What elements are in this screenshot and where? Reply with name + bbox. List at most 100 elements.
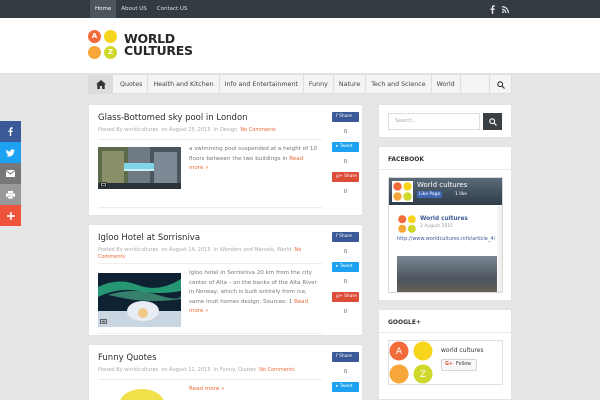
logo-icon: [392, 181, 413, 202]
twitter-share-button[interactable]: ▸ Tweet: [332, 142, 359, 152]
facebook-like-button[interactable]: Like Page: [417, 191, 443, 198]
post-author[interactable]: worldcultures: [124, 367, 158, 373]
google-plus-widget: GOOGLE+ A Z world cultures G+ Follow: [378, 309, 512, 400]
nav-item-tech-science[interactable]: Tech and Science: [366, 75, 432, 94]
read-more-link[interactable]: Read more »: [189, 386, 225, 392]
share-count: 0: [343, 249, 348, 255]
sidebar-search-button[interactable]: [483, 113, 502, 130]
post-share-column: f Share 0 ▸ Tweet 0 g+ Share 0: [332, 112, 359, 202]
post-meta: Posted By worldcultures on August 25, 20…: [98, 127, 276, 133]
top-social: [490, 0, 509, 18]
post-date: August 11, 2015: [169, 367, 211, 373]
post-comments[interactable]: No Comments: [240, 127, 276, 133]
nav-item-nature[interactable]: Nature: [334, 75, 367, 94]
facebook-scrollbar[interactable]: [498, 206, 502, 292]
avatar: A Z: [389, 341, 433, 384]
sidebar-search-input[interactable]: Search...: [388, 113, 480, 130]
twitter-share-button[interactable]: ▸ Tweet: [332, 262, 359, 272]
facebook-share-button[interactable]: f Share: [332, 112, 359, 122]
post-card: Funny Quotes Posted By worldcultures on …: [88, 344, 363, 400]
post-title[interactable]: Igloo Hotel at Sorrisniva: [98, 233, 200, 243]
facebook-icon[interactable]: [490, 4, 495, 14]
google-share-button[interactable]: g+ Share: [332, 172, 359, 182]
top-nav-about[interactable]: About US: [116, 0, 152, 18]
top-nav: Home About US Contact US: [90, 0, 192, 18]
share-count: 0: [343, 189, 348, 195]
post-title[interactable]: Funny Quotes: [98, 353, 157, 363]
sidebar-search-widget: Search...: [378, 104, 512, 138]
plus-icon: [6, 211, 15, 220]
nav-item-quotes[interactable]: Quotes: [115, 75, 149, 94]
facebook-post-image[interactable]: [397, 256, 497, 292]
facebook-post-author[interactable]: World cultures: [420, 216, 468, 222]
logo-icon[interactable]: A Z: [88, 30, 118, 60]
post-share-column: f Share 0 ▸ Tweet: [332, 352, 359, 392]
top-nav-contact[interactable]: Contact US: [152, 0, 193, 18]
twitter-share-button[interactable]: ▸ Tweet: [332, 382, 359, 392]
post-date: August 25, 2015: [169, 127, 211, 133]
divider: [98, 333, 322, 334]
float-share-email[interactable]: [0, 163, 21, 184]
share-count: 0: [343, 159, 348, 165]
nav-search-button[interactable]: [489, 75, 511, 94]
facebook-page-plugin: World cultures Like Page 1 like World cu…: [388, 177, 503, 293]
facebook-page-name[interactable]: World cultures: [417, 181, 467, 189]
post-excerpt: a swimming pool suspended at a height of…: [189, 146, 318, 172]
post-author[interactable]: worldcultures: [124, 247, 158, 253]
post-excerpt: Igloo hotel in Sorrisniva 20 km from the…: [189, 270, 317, 315]
float-share-print[interactable]: [0, 184, 21, 205]
post-thumbnail[interactable]: [98, 147, 181, 189]
float-share-twitter[interactable]: [0, 142, 21, 163]
facebook-post-link[interactable]: http://www.worldcultures.info/article_4/: [397, 236, 497, 243]
top-nav-home[interactable]: Home: [90, 0, 117, 18]
facebook-like-count: 1 like: [455, 192, 468, 197]
divider: [379, 169, 511, 170]
main-nav: Quotes Health and Kitchen Info and Enter…: [88, 73, 512, 94]
avatar: [398, 215, 416, 233]
nav-item-health-kitchen[interactable]: Health and Kitchen: [148, 75, 220, 94]
post-comments[interactable]: No Comments: [259, 367, 295, 373]
main-nav-items: Quotes Health and Kitchen Info and Enter…: [115, 75, 461, 94]
share-count: 0: [343, 279, 348, 285]
home-button[interactable]: [89, 75, 113, 94]
site-header: A Z WORLD CULTURES: [0, 18, 600, 74]
float-share-facebook[interactable]: [0, 121, 21, 142]
site-title[interactable]: WORLD CULTURES: [124, 32, 193, 57]
divider: [98, 207, 322, 208]
facebook-share-button[interactable]: f Share: [332, 232, 359, 242]
google-share-button[interactable]: g+ Share: [332, 292, 359, 302]
widget-title: GOOGLE+: [388, 319, 421, 326]
home-icon: [96, 80, 106, 89]
floating-share-bar: [0, 121, 21, 226]
post-card: Glass-Bottomed sky pool in London Posted…: [88, 104, 363, 216]
post-thumbnail[interactable]: [98, 385, 181, 400]
divider: [98, 139, 322, 140]
post-card: Igloo Hotel at Sorrisniva Posted By worl…: [88, 224, 363, 336]
facebook-share-button[interactable]: f Share: [332, 352, 359, 362]
top-bar: Home About US Contact US: [0, 0, 600, 18]
facebook-post-date: 2 August 2015: [420, 224, 453, 229]
nav-item-funny[interactable]: Funny: [304, 75, 334, 94]
post-categories[interactable]: Wonders and Marvels, World: [220, 247, 291, 253]
post-author[interactable]: worldcultures: [124, 127, 158, 133]
facebook-widget: FACEBOOK World cultures Like Page 1 like…: [378, 146, 512, 301]
post-categories[interactable]: Design: [220, 127, 237, 133]
post-meta: Posted By worldcultures on August 11, 20…: [98, 367, 295, 373]
post-meta: Posted By worldcultures on August 14, 20…: [98, 247, 302, 260]
post-thumbnail[interactable]: [98, 273, 182, 327]
google-plus-name[interactable]: world cultures: [441, 347, 484, 354]
float-share-more[interactable]: [0, 205, 21, 226]
divider: [379, 332, 511, 333]
post-title[interactable]: Glass-Bottomed sky pool in London: [98, 113, 248, 123]
nav-item-info-entertainment[interactable]: Info and Entertainment: [220, 75, 304, 94]
post-categories[interactable]: Funny, Quotes: [220, 367, 256, 373]
widget-title: FACEBOOK: [388, 156, 424, 163]
post-share-column: f Share 0 ▸ Tweet 0 g+ Share 0: [332, 232, 359, 322]
twitter-icon: [6, 148, 15, 157]
facebook-cover[interactable]: World cultures Like Page 1 like: [389, 178, 502, 205]
logo-letter-a: A: [396, 347, 403, 357]
nav-item-world[interactable]: World: [432, 75, 461, 94]
post-date: August 14, 2015: [169, 247, 211, 253]
google-plus-follow-button[interactable]: G+ Follow: [441, 359, 477, 371]
rss-icon[interactable]: [502, 5, 509, 13]
